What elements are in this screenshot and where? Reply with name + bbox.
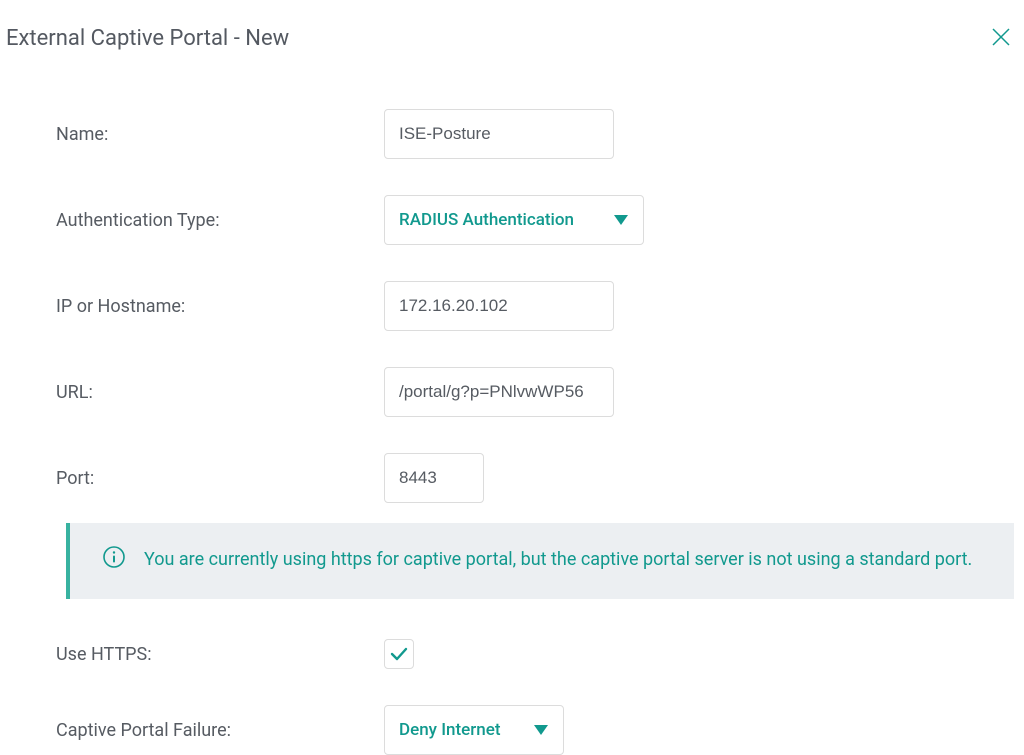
name-input[interactable] <box>384 109 614 159</box>
captive-failure-label: Captive Portal Failure: <box>56 720 384 741</box>
page-title: External Captive Portal - New <box>6 26 289 51</box>
auth-type-label: Authentication Type: <box>56 210 384 231</box>
use-https-label: Use HTTPS: <box>56 644 384 665</box>
info-banner: You are currently using https for captiv… <box>66 523 1014 599</box>
port-input[interactable] <box>384 453 484 503</box>
info-message: You are currently using https for captiv… <box>144 543 972 577</box>
captive-failure-select[interactable]: Deny Internet <box>384 705 564 755</box>
auth-type-select[interactable]: RADIUS Authentication <box>384 195 644 245</box>
chevron-down-icon <box>533 724 549 736</box>
chevron-down-icon <box>613 214 629 226</box>
url-label: URL: <box>56 382 384 403</box>
captive-failure-value: Deny Internet <box>399 720 501 740</box>
name-label: Name: <box>56 124 384 145</box>
ip-hostname-input[interactable] <box>384 281 614 331</box>
port-label: Port: <box>56 468 384 489</box>
auth-type-value: RADIUS Authentication <box>399 210 574 230</box>
info-icon <box>102 545 126 569</box>
use-https-checkbox[interactable] <box>384 639 414 669</box>
close-icon[interactable] <box>992 26 1010 50</box>
url-input[interactable] <box>384 367 614 417</box>
ip-hostname-label: IP or Hostname: <box>56 296 384 317</box>
